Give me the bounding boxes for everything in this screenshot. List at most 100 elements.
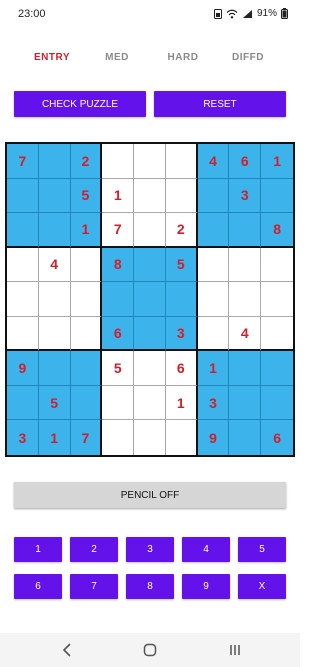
sudoku-cell[interactable]: [197, 213, 230, 248]
key-9[interactable]: 9: [182, 574, 230, 599]
key-7[interactable]: 7: [70, 574, 118, 599]
sudoku-cell[interactable]: 7: [70, 420, 103, 455]
sudoku-cell[interactable]: 1: [102, 178, 135, 214]
sudoku-cell[interactable]: [102, 282, 135, 317]
key-clear[interactable]: X: [238, 574, 286, 599]
sudoku-cell[interactable]: [38, 282, 71, 317]
reset-button[interactable]: RESET: [154, 91, 286, 117]
sudoku-cell[interactable]: [70, 247, 103, 283]
sudoku-cell[interactable]: [7, 316, 39, 352]
sudoku-cell[interactable]: [7, 385, 39, 421]
sudoku-cell[interactable]: 5: [102, 351, 135, 386]
sudoku-cell[interactable]: [261, 178, 293, 214]
sudoku-cell[interactable]: [70, 316, 103, 352]
sudoku-cell[interactable]: [165, 282, 198, 317]
sudoku-cell[interactable]: 6: [165, 351, 198, 386]
sudoku-cell[interactable]: [7, 178, 39, 214]
sudoku-cell[interactable]: [261, 247, 293, 283]
sudoku-cell[interactable]: [229, 247, 262, 283]
sudoku-cell[interactable]: 6: [261, 420, 293, 455]
sudoku-cell[interactable]: 6: [102, 316, 135, 352]
sudoku-cell[interactable]: [165, 144, 198, 179]
sudoku-cell[interactable]: [165, 178, 198, 214]
key-5[interactable]: 5: [238, 537, 286, 562]
back-icon[interactable]: [55, 641, 79, 659]
sudoku-cell[interactable]: [261, 282, 293, 317]
sudoku-cell[interactable]: [134, 385, 166, 421]
sudoku-cell[interactable]: [229, 351, 262, 386]
sudoku-cell[interactable]: 7: [102, 213, 135, 248]
sudoku-cell[interactable]: [38, 213, 71, 248]
sudoku-cell[interactable]: [197, 247, 230, 283]
sudoku-cell[interactable]: [70, 351, 103, 386]
sudoku-cell[interactable]: 7: [7, 144, 39, 179]
sudoku-cell[interactable]: 1: [165, 385, 198, 421]
sudoku-cell[interactable]: [38, 351, 71, 386]
key-2[interactable]: 2: [70, 537, 118, 562]
tab-hard[interactable]: HARD: [168, 52, 199, 63]
sudoku-cell[interactable]: 6: [229, 144, 262, 179]
sudoku-cell[interactable]: [134, 247, 166, 283]
sudoku-cell[interactable]: 5: [165, 247, 198, 283]
sudoku-cell[interactable]: 1: [261, 144, 293, 179]
recents-icon[interactable]: [223, 641, 247, 659]
sudoku-cell[interactable]: [261, 316, 293, 352]
sudoku-cell[interactable]: [134, 178, 166, 214]
sudoku-cell[interactable]: 5: [38, 385, 71, 421]
sudoku-cell[interactable]: 8: [102, 247, 135, 283]
sudoku-cell[interactable]: 4: [38, 247, 71, 283]
sudoku-cell[interactable]: 2: [70, 144, 103, 179]
sudoku-cell[interactable]: [229, 385, 262, 421]
sudoku-cell[interactable]: [70, 282, 103, 317]
sudoku-cell[interactable]: 4: [197, 144, 230, 179]
sudoku-cell[interactable]: [261, 351, 293, 386]
sudoku-cell[interactable]: [102, 420, 135, 455]
sudoku-cell[interactable]: 5: [70, 178, 103, 214]
sudoku-cell[interactable]: [38, 316, 71, 352]
sudoku-cell[interactable]: [134, 420, 166, 455]
sudoku-cell[interactable]: [7, 247, 39, 283]
sudoku-cell[interactable]: 1: [197, 351, 230, 386]
sudoku-cell[interactable]: [134, 282, 166, 317]
sudoku-cell[interactable]: [102, 144, 135, 179]
tab-entry[interactable]: ENTRY: [34, 52, 70, 63]
sudoku-cell[interactable]: [70, 385, 103, 421]
tab-diffd[interactable]: DIFFD: [232, 52, 264, 63]
sudoku-cell[interactable]: 3: [197, 385, 230, 421]
sudoku-cell[interactable]: [197, 316, 230, 352]
pencil-toggle-button[interactable]: PENCIL OFF: [14, 482, 286, 508]
sudoku-cell[interactable]: 1: [38, 420, 71, 455]
sudoku-cell[interactable]: 1: [70, 213, 103, 248]
sudoku-cell[interactable]: 3: [165, 316, 198, 352]
sudoku-cell[interactable]: [261, 385, 293, 421]
key-6[interactable]: 6: [14, 574, 62, 599]
tab-med[interactable]: MED: [105, 52, 129, 63]
sudoku-cell[interactable]: [134, 351, 166, 386]
sudoku-cell[interactable]: 3: [229, 178, 262, 214]
sudoku-cell[interactable]: 4: [229, 316, 262, 352]
sudoku-cell[interactable]: [229, 213, 262, 248]
sudoku-cell[interactable]: [7, 213, 39, 248]
sudoku-cell[interactable]: [7, 282, 39, 317]
sudoku-cell[interactable]: [197, 178, 230, 214]
sudoku-cell[interactable]: 2: [165, 213, 198, 248]
key-4[interactable]: 4: [182, 537, 230, 562]
sudoku-cell[interactable]: [38, 144, 71, 179]
sudoku-cell[interactable]: [134, 316, 166, 352]
key-3[interactable]: 3: [126, 537, 174, 562]
home-icon[interactable]: [138, 641, 162, 659]
sudoku-cell[interactable]: [102, 385, 135, 421]
sudoku-cell[interactable]: [197, 282, 230, 317]
sudoku-cell[interactable]: [229, 420, 262, 455]
check-puzzle-button[interactable]: CHECK PUZZLE: [14, 91, 146, 117]
sudoku-cell[interactable]: 9: [7, 351, 39, 386]
sudoku-cell[interactable]: 3: [7, 420, 39, 455]
key-8[interactable]: 8: [126, 574, 174, 599]
sudoku-cell[interactable]: [229, 282, 262, 317]
sudoku-cell[interactable]: [134, 213, 166, 248]
sudoku-cell[interactable]: 8: [261, 213, 293, 248]
sudoku-cell[interactable]: [38, 178, 71, 214]
sudoku-cell[interactable]: [134, 144, 166, 179]
sudoku-cell[interactable]: [165, 420, 198, 455]
key-1[interactable]: 1: [14, 537, 62, 562]
